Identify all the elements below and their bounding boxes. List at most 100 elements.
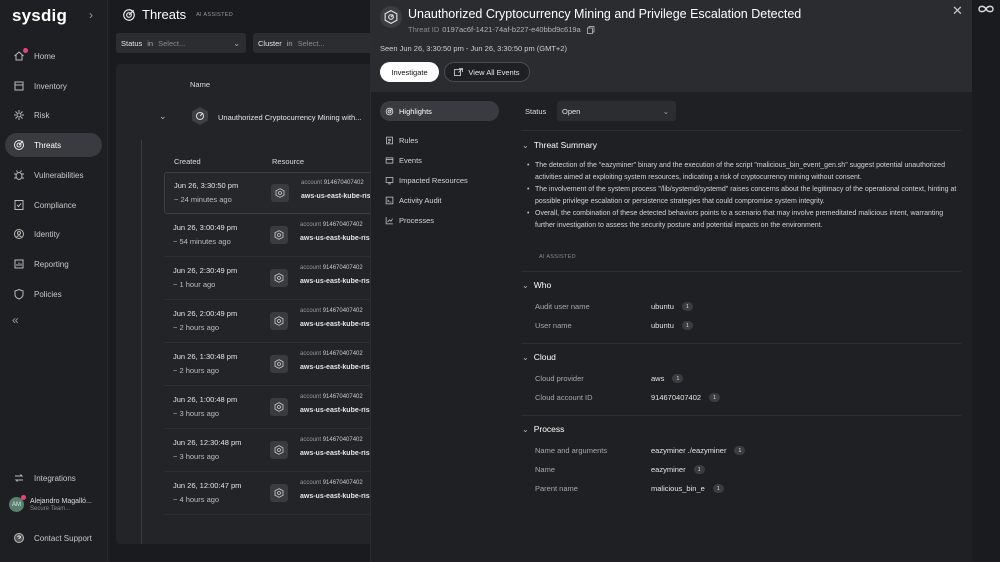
table-row[interactable]: Jun 26, 1:00:48 pm ~ 3 hours ago account 9…: [164, 387, 378, 429]
sidebar-item-identity[interactable]: Identity: [5, 222, 102, 246]
sidebar-item-label: Compliance: [34, 200, 77, 210]
detail-key: Audit user name: [535, 302, 590, 311]
event-account: account 914670407402: [300, 394, 363, 400]
detail-value[interactable]: eazyminer 1: [651, 465, 705, 474]
tab-impacted-resources[interactable]: Impacted Resources: [380, 170, 499, 190]
table-row[interactable]: Jun 26, 12:00:47 pm ~ 4 hours ago account …: [164, 473, 378, 515]
event-resource[interactable]: aws-us-east-kube-ris: [300, 235, 378, 242]
investigate-button[interactable]: Investigate: [380, 62, 439, 82]
tab-highlights[interactable]: Highlights: [380, 101, 499, 121]
count-badge: 1: [709, 393, 721, 402]
detail-value[interactable]: ubuntu 1: [651, 321, 693, 330]
user-org: Secure Team...: [30, 505, 71, 512]
event-relative-time: ~ 4 hours ago: [173, 495, 220, 504]
sysdig-logo[interactable]: sysdig: [12, 6, 67, 26]
event-resource[interactable]: aws-us-east-kube-ris: [301, 193, 379, 200]
sidebar-item-inventory[interactable]: Inventory: [5, 74, 102, 98]
reporting-icon: [13, 258, 25, 270]
sidebar-item-integrations[interactable]: Integrations: [5, 466, 102, 490]
event-resource[interactable]: aws-us-east-kube-ris: [300, 278, 378, 285]
divider: [521, 271, 961, 272]
column-header-resource[interactable]: Resource: [272, 157, 304, 166]
collapse-sidebar-icon[interactable]: «: [12, 313, 19, 327]
view-all-events-button[interactable]: View All Events: [444, 62, 530, 82]
integrations-icon: [13, 472, 25, 484]
process-heading[interactable]: ⌄ Process: [522, 424, 564, 434]
status-filter[interactable]: Status in Select... ⌄: [116, 33, 246, 53]
sidebar-item-reporting[interactable]: Reporting: [5, 252, 102, 276]
event-resource[interactable]: aws-us-east-kube-ris: [300, 321, 378, 328]
detail-key: Parent name: [535, 484, 578, 493]
home-icon: [13, 48, 28, 62]
event-relative-time: ~ 3 hours ago: [173, 409, 220, 418]
kubernetes-icon: [270, 441, 288, 459]
sidebar-item-label: Risk: [34, 110, 50, 120]
threat-summary-heading[interactable]: ⌄ Threat Summary: [522, 140, 597, 150]
sidebar-item-label: Threats: [34, 140, 62, 150]
processes-icon: [385, 216, 393, 224]
event-account: account 914670407402: [300, 437, 363, 443]
threat-group-name[interactable]: Unauthorized Cryptocurrency Mining with.…: [218, 113, 361, 122]
table-row[interactable]: Jun 26, 2:00:49 pm ~ 2 hours ago account 9…: [164, 301, 378, 343]
tab-events[interactable]: Events: [380, 150, 499, 170]
user-menu[interactable]: AM Alejandro Magalló... Secure Team...: [9, 495, 92, 512]
detail-value[interactable]: aws 1: [651, 374, 684, 383]
sidebar-item-home[interactable]: Home: [5, 44, 102, 68]
table-row[interactable]: Jun 26, 12:30:48 pm ~ 3 hours ago account …: [164, 430, 378, 472]
tab-rules[interactable]: Rules: [380, 130, 499, 150]
sidebar-item-label: Identity: [34, 229, 60, 239]
status-select[interactable]: Open ⌄: [557, 101, 676, 121]
threat-icon: [380, 6, 402, 28]
cloud-heading[interactable]: ⌄ Cloud: [522, 352, 556, 362]
sidebar-item-label: Home: [34, 51, 56, 61]
threat-summary-list: The detection of the "eazyminer" binary …: [527, 160, 957, 232]
chevron-down-icon: ⌄: [522, 424, 529, 434]
copy-icon[interactable]: [586, 26, 595, 34]
sidebar-item-compliance[interactable]: Compliance: [5, 193, 102, 217]
chevron-down-icon: ⌄: [522, 352, 529, 362]
chevron-right-icon[interactable]: ›: [89, 8, 93, 22]
threat-list-area: Threats AI ASSISTED Status in Select... …: [108, 0, 378, 562]
close-icon[interactable]: ✕: [952, 3, 963, 19]
event-resource[interactable]: aws-us-east-kube-ris: [300, 364, 378, 371]
sidebar-item-policies[interactable]: Policies: [5, 282, 102, 306]
summary-item: The involvement of the system process "/…: [527, 184, 957, 208]
sidebar-item-label: Reporting: [34, 259, 69, 269]
event-relative-time: ~ 2 hours ago: [173, 366, 220, 375]
column-header-name[interactable]: Name: [190, 80, 210, 89]
sidebar-item-risk[interactable]: Risk: [5, 103, 102, 127]
detail-value[interactable]: 914670407402 1: [651, 393, 721, 402]
detail-value[interactable]: eazyminer ./eazyminer 1: [651, 446, 746, 455]
resources-icon: [385, 176, 394, 184]
kubernetes-icon: [270, 312, 288, 330]
event-time: Jun 26, 1:30:48 pm: [173, 352, 238, 361]
detail-value[interactable]: ubuntu 1: [651, 302, 693, 311]
sidebar-item-label: Contact Support: [34, 533, 92, 543]
table-row[interactable]: Jun 26, 1:30:48 pm ~ 2 hours ago account 9…: [164, 344, 378, 386]
detail-key: User name: [535, 321, 572, 330]
event-account: account 914670407402: [300, 222, 363, 228]
sidebar-item-label: Vulnerabilities: [34, 170, 84, 180]
table-row[interactable]: Jun 26, 2:30:49 pm ~ 1 hour ago account 91…: [164, 258, 378, 300]
event-resource[interactable]: aws-us-east-kube-ris: [300, 450, 378, 457]
table-row[interactable]: Jun 26, 3:00:49 pm ~ 54 minutes ago accoun…: [164, 215, 378, 257]
compliance-icon: [13, 199, 25, 211]
sidebar-item-vulnerabilities[interactable]: Vulnerabilities: [5, 163, 102, 187]
event-resource[interactable]: aws-us-east-kube-ris: [300, 493, 378, 500]
tab-processes[interactable]: Processes: [380, 210, 499, 230]
sidebar-item-contact-support[interactable]: Contact Support: [5, 526, 102, 550]
event-relative-time: ~ 3 hours ago: [173, 452, 220, 461]
sidebar-item-threats[interactable]: Threats: [5, 133, 102, 157]
event-account: account 914670407402: [300, 480, 363, 486]
who-heading[interactable]: ⌄ Who: [522, 280, 551, 290]
detail-value[interactable]: malicious_bin_e 1: [651, 484, 724, 493]
event-resource[interactable]: aws-us-east-kube-ris: [300, 407, 378, 414]
table-row[interactable]: Jun 26, 3:30:50 pm ~ 24 minutes ago accoun…: [164, 172, 378, 214]
cluster-filter[interactable]: Cluster in Select...: [253, 33, 378, 53]
column-header-created[interactable]: Created: [174, 157, 201, 166]
infinity-icon[interactable]: [977, 4, 995, 14]
threats-table: Name ⌄ Unauthorized Cryptocurrency Minin…: [116, 64, 378, 544]
chevron-down-icon[interactable]: ⌄: [159, 111, 167, 122]
notification-dot: [21, 495, 26, 500]
tab-activity-audit[interactable]: Activity Audit: [380, 190, 499, 210]
